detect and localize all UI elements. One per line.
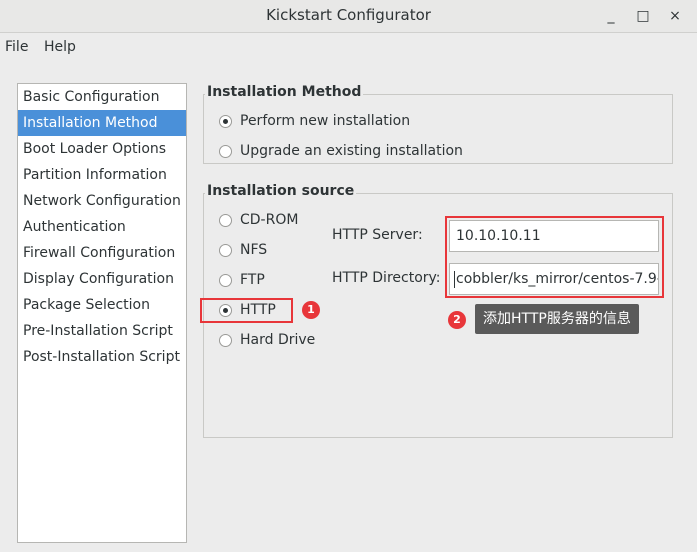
menu-bar: File Help (0, 33, 697, 61)
sidebar-item-boot-loader-options[interactable]: Boot Loader Options (18, 136, 186, 162)
highlight-box-http (200, 298, 293, 323)
annotation-tooltip: 添加HTTP服务器的信息 (475, 304, 639, 334)
sidebar-item-authentication[interactable]: Authentication (18, 214, 186, 240)
radio-button[interactable] (219, 333, 232, 347)
annotation-badge-2: 2 (448, 311, 466, 329)
radio-hard-drive[interactable]: Hard Drive (219, 330, 315, 350)
sidebar: Basic Configuration Installation Method … (17, 83, 187, 543)
radio-label: Perform new installation (240, 113, 411, 129)
radio-button-checked[interactable] (219, 114, 232, 128)
highlight-box-http-fields (445, 216, 664, 298)
installation-method-title: Installation Method (205, 84, 364, 100)
http-server-label: HTTP Server: (332, 227, 423, 243)
sidebar-item-basic-configuration[interactable]: Basic Configuration (18, 84, 186, 110)
radio-label: Upgrade an existing installation (240, 143, 463, 159)
menu-file[interactable]: File (5, 39, 28, 55)
sidebar-item-package-selection[interactable]: Package Selection (18, 292, 186, 318)
sidebar-item-post-installation-script[interactable]: Post-Installation Script (18, 344, 186, 370)
radio-nfs[interactable]: NFS (219, 240, 267, 260)
radio-button[interactable] (219, 144, 232, 158)
sidebar-item-installation-method[interactable]: Installation Method (18, 110, 186, 136)
annotation-badge-1: 1 (302, 301, 320, 319)
close-icon[interactable]: × (665, 6, 685, 26)
radio-label: NFS (240, 242, 268, 258)
radio-label: CD-ROM (240, 212, 299, 228)
radio-label: Hard Drive (240, 332, 316, 348)
radio-perform-new-installation[interactable]: Perform new installation (219, 111, 410, 131)
menu-help[interactable]: Help (44, 39, 76, 55)
title-bar: Kickstart Configurator _ □ × (0, 0, 697, 33)
radio-upgrade-existing-installation[interactable]: Upgrade an existing installation (219, 141, 463, 161)
sidebar-item-partition-information[interactable]: Partition Information (18, 162, 186, 188)
radio-label: FTP (240, 272, 265, 288)
radio-button[interactable] (219, 213, 232, 227)
maximize-icon[interactable]: □ (633, 6, 653, 26)
sidebar-item-firewall-configuration[interactable]: Firewall Configuration (18, 240, 186, 266)
radio-button[interactable] (219, 243, 232, 257)
sidebar-item-display-configuration[interactable]: Display Configuration (18, 266, 186, 292)
window-title: Kickstart Configurator (266, 6, 431, 24)
radio-button[interactable] (219, 273, 232, 287)
radio-cdrom[interactable]: CD-ROM (219, 210, 298, 230)
radio-ftp[interactable]: FTP (219, 270, 265, 290)
installation-source-title: Installation source (205, 183, 357, 199)
sidebar-item-network-configuration[interactable]: Network Configuration (18, 188, 186, 214)
minimize-icon[interactable]: _ (601, 6, 621, 26)
http-directory-label: HTTP Directory: (332, 270, 441, 286)
sidebar-item-pre-installation-script[interactable]: Pre-Installation Script (18, 318, 186, 344)
